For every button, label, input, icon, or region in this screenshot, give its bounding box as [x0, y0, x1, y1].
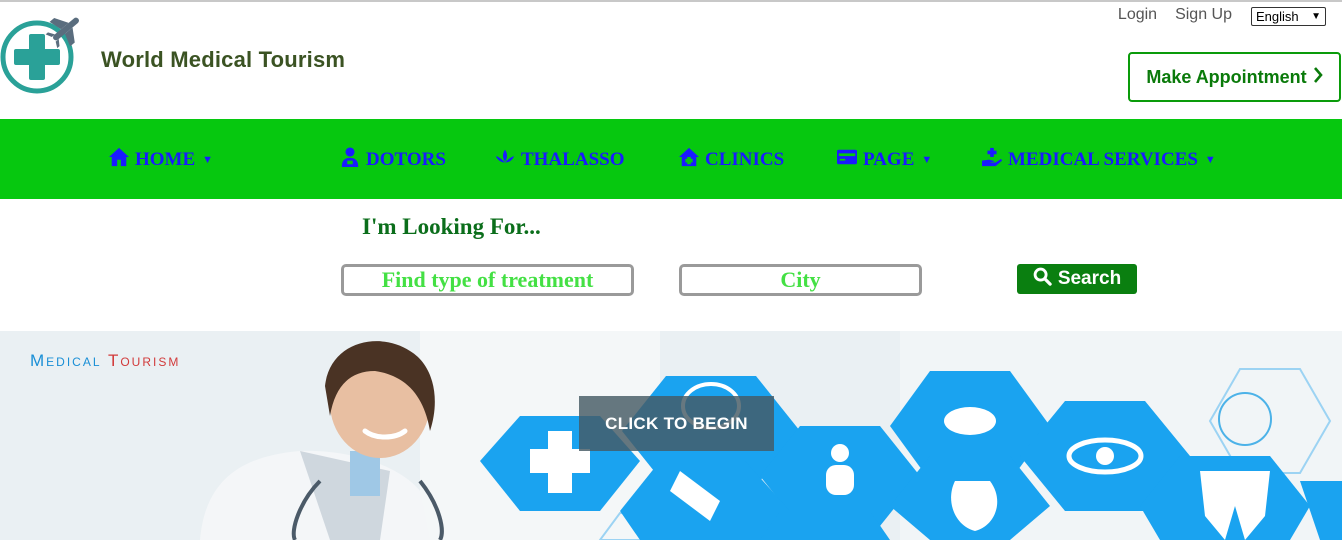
nav-item-page[interactable]: PAGE ▼ — [836, 147, 932, 173]
login-link[interactable]: Login — [1118, 6, 1157, 24]
search-section: I'm Looking For... Find type of treatmen… — [0, 199, 1342, 331]
search-icon — [1033, 267, 1052, 292]
main-nav: HOME ▼ DOTORS THALASSO CLINICS PAGE ▼ ME… — [0, 119, 1342, 199]
lotus-icon — [494, 147, 516, 173]
hero-label-tourism: Tourism — [107, 351, 181, 370]
hero-label-medical: Medical — [30, 351, 102, 370]
hero-banner: Medical Tourism CLICK TO BEGIN — [0, 331, 1342, 540]
caret-down-icon: ▼ — [921, 154, 933, 166]
search-button-label: Search — [1057, 268, 1122, 289]
city-input[interactable]: City — [679, 264, 922, 296]
chevron-right-icon — [1313, 66, 1323, 88]
logo-icon[interactable] — [0, 14, 90, 94]
nav-item-clinics[interactable]: CLINICS — [678, 147, 784, 173]
language-selected-value: English — [1256, 9, 1299, 24]
make-appointment-label: Make Appointment — [1146, 66, 1307, 87]
click-to-begin-button[interactable]: CLICK TO BEGIN — [579, 396, 774, 451]
chevron-down-icon: ▼ — [1311, 11, 1321, 22]
nav-item-label: PAGE — [863, 149, 915, 170]
clinic-icon — [678, 147, 700, 173]
account-links: Login Sign Up — [1118, 6, 1232, 24]
nav-item-label: MEDICAL SERVICES — [1008, 149, 1198, 170]
make-appointment-button[interactable]: Make Appointment — [1128, 52, 1341, 102]
nav-item-label: THALASSO — [521, 149, 625, 170]
nav-item-label: DOTORS — [366, 149, 446, 170]
hand-medical-icon — [981, 147, 1003, 173]
nav-item-label: HOME — [135, 149, 196, 170]
hero-brand-label: Medical Tourism — [30, 351, 180, 371]
search-heading: I'm Looking For... — [362, 214, 541, 239]
signup-link[interactable]: Sign Up — [1175, 6, 1232, 24]
nav-item-label: CLINICS — [705, 149, 785, 170]
search-button[interactable]: Search — [1017, 264, 1137, 294]
caret-down-icon: ▼ — [202, 154, 214, 166]
doctor-icon — [339, 147, 361, 173]
language-select[interactable]: English ▼ — [1251, 7, 1326, 26]
brand-name[interactable]: World Medical Tourism — [101, 47, 345, 73]
nav-item-doctors[interactable]: DOTORS — [339, 147, 446, 173]
nav-item-medical-services[interactable]: MEDICAL SERVICES ▼ — [981, 147, 1216, 173]
caret-down-icon: ▼ — [1204, 154, 1216, 166]
home-icon — [108, 147, 130, 173]
nav-item-thalasso[interactable]: THALASSO — [494, 147, 624, 173]
site-header: World Medical Tourism Login Sign Up Engl… — [0, 2, 1342, 119]
treatment-input[interactable]: Find type of treatment — [341, 264, 634, 296]
card-icon — [836, 147, 858, 173]
nav-item-home[interactable]: HOME ▼ — [108, 147, 213, 173]
